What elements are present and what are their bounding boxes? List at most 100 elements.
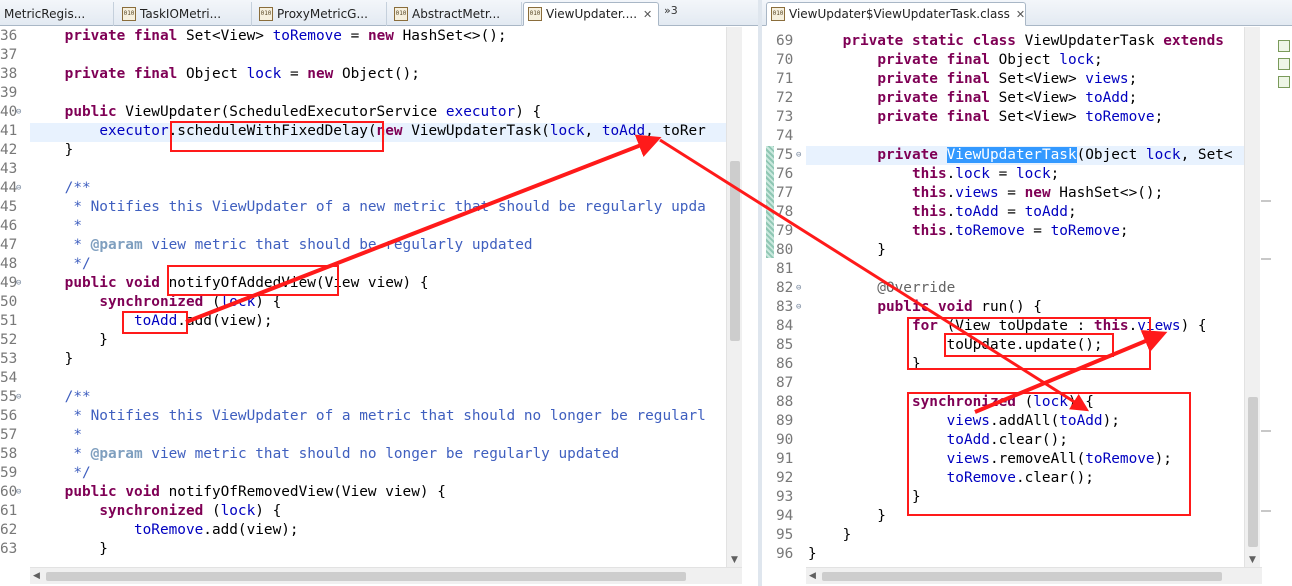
line-number: 77 <box>776 185 794 201</box>
left-horizontal-scrollbar[interactable]: ◀ <box>30 567 742 584</box>
tab-proxy-metric-group[interactable]: 010 ProxyMetricG... <box>255 2 387 26</box>
code-line[interactable]: private ViewUpdaterTask(Object lock, Set… <box>808 146 1233 165</box>
overview-ruler-mark[interactable] <box>1261 510 1271 512</box>
line-number: 79 <box>776 223 794 239</box>
scroll-left-arrow-icon[interactable]: ◀ <box>809 571 816 581</box>
scroll-thumb[interactable] <box>822 572 1222 581</box>
line-number: 70 <box>776 52 794 68</box>
fold-toggle-icon[interactable]: ⊖ <box>796 150 801 160</box>
overview-ruler-mark[interactable] <box>1261 430 1271 432</box>
tab-view-updater-task-class[interactable]: 010 ViewUpdater$ViewUpdaterTask.class ✕ <box>766 2 1026 26</box>
code-line[interactable]: /** <box>30 179 91 198</box>
right-horizontal-scrollbar[interactable]: ◀ <box>806 567 1262 584</box>
code-line[interactable]: private final Set<View> toRemove; <box>808 108 1163 127</box>
right-vertical-scrollbar[interactable]: ▼ <box>1244 27 1260 576</box>
tab-label: ViewUpdater$ViewUpdaterTask.class <box>789 7 1010 21</box>
change-bar <box>766 146 774 258</box>
code-line[interactable]: * @param view metric that should no long… <box>30 445 619 464</box>
code-line[interactable]: /** <box>30 388 91 407</box>
code-line[interactable]: * <box>30 426 82 445</box>
code-line[interactable]: */ <box>30 464 90 483</box>
fold-toggle-icon[interactable]: ⊖ <box>16 183 21 193</box>
code-line[interactable]: private final Set<View> views; <box>808 70 1137 89</box>
line-number: 57 <box>0 427 18 443</box>
code-line[interactable]: private final Object lock = new Object()… <box>30 65 420 84</box>
line-number: 86 <box>776 356 794 372</box>
code-line[interactable]: } <box>808 241 886 260</box>
fold-toggle-icon[interactable]: ⊖ <box>16 107 21 117</box>
code-line[interactable]: } <box>808 488 921 507</box>
code-line[interactable]: toRemove.add(view); <box>30 521 299 540</box>
scroll-down-arrow-icon[interactable]: ▼ <box>731 555 738 565</box>
overview-ruler-mark[interactable] <box>1261 200 1271 202</box>
code-line[interactable]: } <box>808 545 817 564</box>
line-number: 50 <box>0 294 18 310</box>
line-number: 38 <box>0 66 18 82</box>
annotation-box-notify-added <box>167 265 339 296</box>
tab-view-updater[interactable]: 010 ViewUpdater.... ✕ <box>523 2 659 26</box>
fold-toggle-icon[interactable]: ⊖ <box>16 278 21 288</box>
code-line[interactable]: * <box>30 217 82 236</box>
line-number: 62 <box>0 522 18 538</box>
code-line[interactable]: } <box>30 331 108 350</box>
close-icon[interactable]: ✕ <box>1016 8 1025 21</box>
code-line[interactable]: private final Set<View> toAdd; <box>808 89 1137 108</box>
code-line[interactable]: * Notifies this ViewUpdater of a metric … <box>30 407 705 426</box>
fold-toggle-icon[interactable]: ⊖ <box>16 487 21 497</box>
right-edge-toolbar <box>1278 40 1292 94</box>
left-tab-bar: MetricRegis... 010 TaskIOMetri... 010 Pr… <box>0 0 758 26</box>
fold-toggle-icon[interactable]: ⊖ <box>796 302 801 312</box>
package-icon[interactable] <box>1278 58 1290 70</box>
line-number: 47 <box>0 237 18 253</box>
code-line[interactable]: } <box>808 526 852 545</box>
line-number: 71 <box>776 71 794 87</box>
close-icon[interactable]: ✕ <box>643 8 652 21</box>
code-line[interactable]: public ViewUpdater(ScheduledExecutorServ… <box>30 103 542 122</box>
line-number: 56 <box>0 408 18 424</box>
code-line[interactable]: this.views = new HashSet<>(); <box>808 184 1163 203</box>
code-line[interactable]: } <box>30 141 74 160</box>
code-line[interactable]: */ <box>30 255 90 274</box>
code-line[interactable]: private final Set<View> toRemove = new H… <box>30 27 507 46</box>
fold-toggle-icon[interactable]: ⊖ <box>16 392 21 402</box>
line-number: 95 <box>776 527 794 543</box>
annotation-box-update-call <box>944 333 1114 357</box>
code-line[interactable]: } <box>30 540 108 559</box>
code-line[interactable]: * Notifies this ViewUpdater of a new met… <box>30 198 705 217</box>
fold-toggle-icon[interactable]: ⊖ <box>796 283 801 293</box>
code-line[interactable]: @Override <box>808 279 955 298</box>
code-line[interactable]: this.lock = lock; <box>808 165 1059 184</box>
scroll-down-arrow-icon[interactable]: ▼ <box>1249 555 1256 565</box>
code-line[interactable]: synchronized (lock) { <box>30 502 281 521</box>
line-number: 54 <box>0 370 18 386</box>
code-line[interactable]: } <box>808 507 886 526</box>
task-list-icon[interactable] <box>1278 76 1290 88</box>
code-line[interactable]: } <box>808 355 921 374</box>
code-line[interactable]: public void notifyOfRemovedView(View vie… <box>30 483 446 502</box>
line-number: 55 <box>0 389 18 405</box>
line-number: 46 <box>0 218 18 234</box>
code-line[interactable]: this.toRemove = toRemove; <box>808 222 1129 241</box>
code-line[interactable]: public void run() { <box>808 298 1042 317</box>
code-line[interactable]: private final Object lock; <box>808 51 1102 70</box>
tab-metric-registry[interactable]: MetricRegis... <box>0 2 114 26</box>
line-number: 96 <box>776 546 794 562</box>
class-file-icon: 010 <box>771 7 785 21</box>
scroll-thumb[interactable] <box>46 572 686 581</box>
tab-label: MetricRegis... <box>4 7 86 21</box>
overview-ruler-mark[interactable] <box>1261 258 1271 260</box>
tab-task-io-metric[interactable]: 010 TaskIOMetri... <box>118 2 252 26</box>
scroll-thumb[interactable] <box>1248 397 1258 547</box>
code-line[interactable]: * @param view metric that should be regu… <box>30 236 532 255</box>
line-number: 84 <box>776 318 794 334</box>
code-line[interactable]: } <box>30 350 74 369</box>
scroll-left-arrow-icon[interactable]: ◀ <box>33 571 40 581</box>
code-line[interactable]: private static class ViewUpdaterTask ext… <box>808 32 1224 51</box>
tab-overflow-button[interactable]: »3 <box>664 4 678 17</box>
code-line[interactable]: this.toAdd = toAdd; <box>808 203 1077 222</box>
line-number: 85 <box>776 337 794 353</box>
tab-abstract-metric[interactable]: 010 AbstractMetr... <box>390 2 522 26</box>
outline-icon[interactable] <box>1278 40 1290 52</box>
scroll-thumb[interactable] <box>730 161 740 341</box>
left-vertical-scrollbar[interactable]: ▼ <box>726 27 742 576</box>
